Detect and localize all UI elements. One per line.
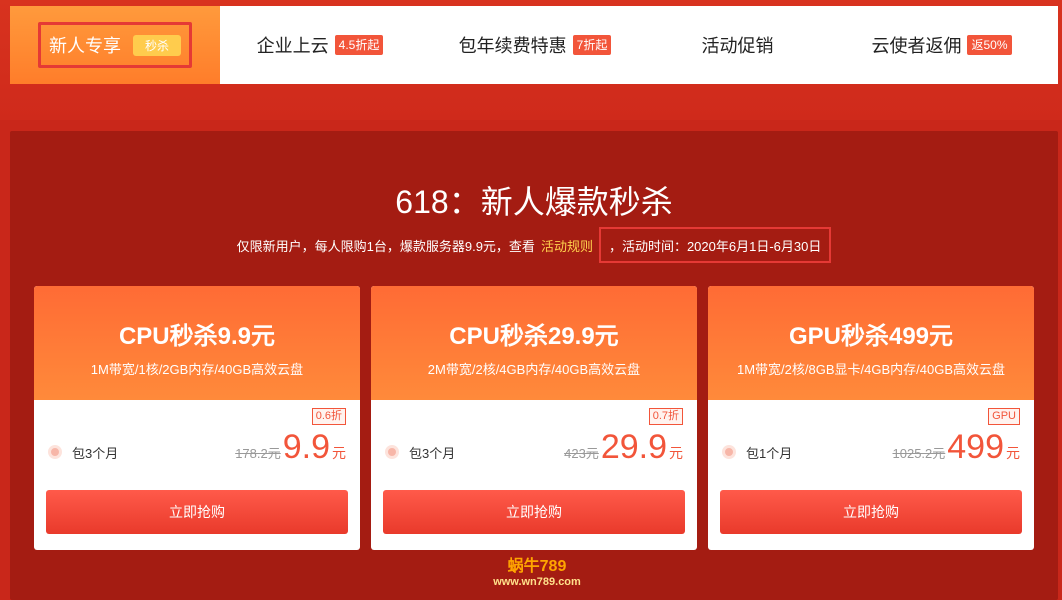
period-label: 包1个月 xyxy=(746,446,793,461)
price-row: 423元 29.9 元 xyxy=(564,428,683,467)
period-radio[interactable] xyxy=(722,445,736,459)
tab-badge: 7折起 xyxy=(572,35,612,55)
product-title: CPU秒杀29.9元 xyxy=(449,323,619,350)
buy-now-button[interactable]: 立即抢购 xyxy=(383,490,685,534)
tab-annual-renewal[interactable]: 包年续费特惠 7折起 xyxy=(420,6,650,84)
discount-badge: GPU xyxy=(988,408,1020,425)
promo-tab-bar: 新人专享 秒杀 企业上云 4.5折起 包年续费特惠 7折起 活动促销 云使者返佣… xyxy=(10,6,1058,84)
tab-label: 云使者返佣 xyxy=(871,36,962,56)
promo-title: 618：新人爆款秒杀 xyxy=(395,184,673,220)
tab-label: 活动促销 xyxy=(701,36,774,56)
sale-price: 29.9 xyxy=(600,428,667,466)
promo-description: 仅限新用户，每人限购1台，爆款服务器9.9元，查看 xyxy=(236,238,535,254)
product-card-header: CPU秒杀9.9元 1M带宽/1核/2GB内存/40GB高效云盘 xyxy=(34,286,360,400)
price-unit: 元 xyxy=(669,445,683,461)
discount-badge: 0.7折 xyxy=(648,408,683,425)
tab-enterprise-cloud[interactable]: 企业上云 4.5折起 xyxy=(220,6,420,84)
buy-now-button[interactable]: 立即抢购 xyxy=(46,490,348,534)
sale-price: 499 xyxy=(947,428,1004,466)
product-card-body: 0.6折 包3个月 178.2元 9.9 元 立即抢购 xyxy=(34,400,360,550)
tab-label: 企业上云 xyxy=(256,36,329,56)
product-title: CPU秒杀9.9元 xyxy=(118,323,276,350)
product-card: GPU秒杀499元 1M带宽/2核/8GB显卡/4GB内存/40GB高效云盘 G… xyxy=(708,286,1034,550)
original-price: 1025.2元 xyxy=(892,446,946,461)
tab-badge: 返50% xyxy=(967,35,1012,55)
product-title: GPU秒杀499元 xyxy=(788,323,954,350)
watermark-logo-text: 蜗牛789 xyxy=(507,558,567,575)
tab-referral-commission[interactable]: 云使者返佣 返50% xyxy=(825,6,1058,84)
sale-price: 9.9 xyxy=(282,428,330,466)
tab-label: 新人专享 xyxy=(48,36,121,56)
product-card-body: GPU 包1个月 1025.2元 499 元 立即抢购 xyxy=(708,400,1034,550)
product-card: CPU秒杀9.9元 1M带宽/1核/2GB内存/40GB高效云盘 0.6折 包3… xyxy=(34,286,360,550)
price-row: 1025.2元 499 元 xyxy=(893,428,1021,467)
activity-rules-link[interactable]: 活动规则 xyxy=(541,236,593,255)
watermark-url: www.wn789.com xyxy=(493,576,581,588)
activity-time-highlight: ，活动时间：2020年6月1日-6月30日 xyxy=(598,227,832,263)
period-label: 包3个月 xyxy=(72,446,119,461)
product-spec: 1M带宽/1核/2GB内存/40GB高效云盘 xyxy=(90,362,304,377)
price-unit: 元 xyxy=(332,445,346,461)
period-label: 包3个月 xyxy=(409,446,456,461)
product-card-body: 0.7折 包3个月 423元 29.9 元 立即抢购 xyxy=(371,400,697,550)
tab-label: 包年续费特惠 xyxy=(458,36,567,56)
original-price: 423元 xyxy=(564,446,599,461)
tab-new-user[interactable]: 新人专享 秒杀 xyxy=(10,6,220,84)
period-radio[interactable] xyxy=(48,445,62,459)
buy-now-button[interactable]: 立即抢购 xyxy=(720,490,1022,534)
discount-badge: 0.6折 xyxy=(311,408,346,425)
original-price: 178.2元 xyxy=(235,446,281,461)
site-watermark: 蜗牛789 www.wn789.com xyxy=(472,552,602,596)
price-unit: 元 xyxy=(1006,445,1020,461)
product-spec: 1M带宽/2核/8GB显卡/4GB内存/40GB高效云盘 xyxy=(736,362,1005,377)
promo-subline: 仅限新用户，每人限购1台，爆款服务器9.9元，查看 活动规则 ，活动时间：202… xyxy=(10,227,1058,263)
price-row: 178.2元 9.9 元 xyxy=(235,428,346,467)
tab-badge: 4.5折起 xyxy=(334,35,384,55)
product-spec: 2M带宽/2核/4GB内存/40GB高效云盘 xyxy=(427,362,641,377)
tab-promotions[interactable]: 活动促销 xyxy=(650,6,825,84)
promo-panel: 618：新人爆款秒杀 仅限新用户，每人限购1台，爆款服务器9.9元，查看 活动规… xyxy=(10,131,1058,600)
activity-time: ，活动时间：2020年6月1日-6月30日 xyxy=(608,238,822,254)
product-card-header: CPU秒杀29.9元 2M带宽/2核/4GB内存/40GB高效云盘 xyxy=(371,286,697,400)
active-tab-highlight: 新人专享 秒杀 xyxy=(37,22,192,68)
product-card: CPU秒杀29.9元 2M带宽/2核/4GB内存/40GB高效云盘 0.7折 包… xyxy=(371,286,697,550)
period-radio[interactable] xyxy=(385,445,399,459)
tab-badge: 秒杀 xyxy=(132,34,181,56)
product-card-header: GPU秒杀499元 1M带宽/2核/8GB显卡/4GB内存/40GB高效云盘 xyxy=(708,286,1034,400)
